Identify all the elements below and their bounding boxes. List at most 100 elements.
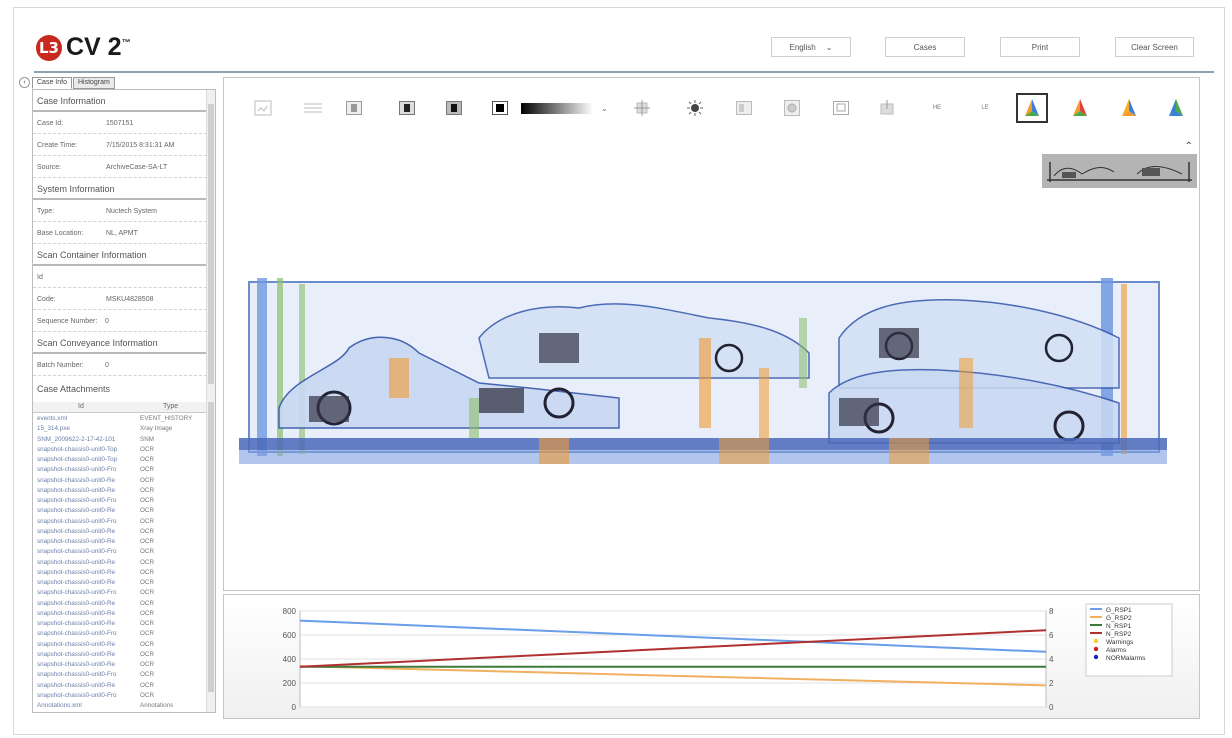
collapse-panel-icon[interactable]: ‹ bbox=[19, 77, 30, 88]
attachment-row[interactable]: snapshot-chassis0-unit0-Re OCR bbox=[33, 681, 207, 691]
attachment-type: OCR bbox=[140, 691, 154, 699]
edge-icon[interactable] bbox=[874, 96, 900, 120]
attachment-row[interactable]: snapshot-chassis0-unit0-Fro OCR bbox=[33, 588, 207, 598]
tab-case-info[interactable]: Case Info bbox=[32, 77, 72, 89]
attachment-row[interactable]: snapshot-chassis0-unit0-Re OCR bbox=[33, 660, 207, 670]
attachment-type: OCR bbox=[140, 671, 154, 679]
attachment-type: OCR bbox=[140, 620, 154, 627]
attachment-id: snapshot-chassis0-unit0-Re bbox=[37, 640, 116, 648]
attachment-row[interactable]: snapshot-chassis0-unit0-Re OCR bbox=[33, 486, 207, 496]
field-label: Type: bbox=[37, 208, 55, 215]
le-button[interactable]: LE bbox=[972, 96, 998, 120]
attachment-row[interactable]: snapshot-chassis0-unit0-Fro OCR bbox=[33, 465, 207, 475]
attachment-row[interactable]: snapshot-chassis0-unit0-Re OCR bbox=[33, 568, 207, 578]
colormap-4-icon[interactable] bbox=[1163, 96, 1189, 120]
attachment-type: OCR bbox=[140, 456, 154, 463]
attachment-row[interactable]: Annotations.xml Annotations bbox=[33, 701, 207, 711]
attachment-row[interactable]: snapshot-chassis0-unit0-Fro OCR bbox=[33, 496, 207, 506]
clear-screen-button[interactable]: Clear Screen bbox=[1115, 37, 1194, 57]
attachment-id: snapshot-chassis0-unit0-Re bbox=[37, 650, 116, 658]
attachment-type: OCR bbox=[140, 558, 154, 566]
attachment-row[interactable]: snapshot-chassis0-unit0-Re OCR bbox=[33, 578, 207, 588]
sun-icon[interactable] bbox=[682, 96, 708, 120]
attachment-row[interactable]: snapshot-chassis0-unit0-Re OCR bbox=[33, 650, 207, 660]
attachment-type: OCR bbox=[140, 538, 154, 545]
collapse-thumbnail-icon[interactable]: ⌃ bbox=[1185, 141, 1193, 152]
blur-icon[interactable] bbox=[779, 96, 805, 120]
field-create-time: Create Time: 7/15/2015 8:31:31 AM bbox=[33, 134, 207, 156]
contrast-1-icon[interactable] bbox=[341, 96, 367, 120]
attachment-row[interactable]: snapshot-chassis0-unit0-Top OCR bbox=[33, 455, 207, 465]
attachment-type: OCR bbox=[140, 517, 154, 525]
field-code: Code: MSKU4828508 bbox=[33, 288, 207, 310]
attachment-id: snapshot-chassis0-unit0-Re bbox=[37, 486, 116, 494]
colormap-1-icon[interactable] bbox=[1016, 93, 1048, 123]
col-id-header[interactable]: Id bbox=[78, 403, 84, 410]
attachment-row[interactable]: snapshot-chassis0-unit0-Re OCR bbox=[33, 599, 207, 609]
attachment-row[interactable]: 15_314.pxe Xray Image bbox=[33, 424, 207, 434]
colormap-3-icon[interactable] bbox=[1116, 96, 1142, 120]
scrollbar[interactable] bbox=[206, 90, 215, 712]
attachment-type: OCR bbox=[140, 630, 154, 638]
crosshair-icon[interactable] bbox=[629, 96, 655, 120]
attachment-row[interactable]: snapshot-chassis0-unit0-Re OCR bbox=[33, 558, 207, 568]
contrast-2-icon[interactable] bbox=[394, 96, 420, 120]
attachment-id: 15_314.pxe bbox=[37, 425, 70, 433]
attachment-type: Xray Image bbox=[140, 425, 173, 433]
attachment-row[interactable]: snapshot-chassis0-unit0-Re OCR bbox=[33, 476, 207, 486]
scrollbar-thumb-attachments[interactable] bbox=[208, 402, 214, 692]
attachment-id: snapshot-chassis0-unit0-Fro bbox=[37, 517, 117, 525]
attachment-id: snapshot-chassis0-unit0-Re bbox=[37, 661, 116, 668]
attachment-row[interactable]: snapshot-chassis0-unit0-Re OCR bbox=[33, 609, 207, 619]
invert-icon[interactable] bbox=[731, 96, 757, 120]
attachment-type: OCR bbox=[140, 568, 154, 576]
attachment-row[interactable]: snapshot-chassis0-unit0-Re OCR bbox=[33, 619, 207, 629]
he-button[interactable]: HE bbox=[924, 96, 950, 120]
section-scan-container: Scan Container Information bbox=[33, 244, 207, 266]
col-type-header[interactable]: Type bbox=[163, 403, 178, 410]
field-label: Source: bbox=[37, 164, 62, 171]
attachment-row[interactable]: snapshot-chassis0-unit0-Fro OCR bbox=[33, 517, 207, 527]
attachment-row[interactable]: snapshot-chassis0-unit0-Fro OCR bbox=[33, 629, 207, 639]
gradient-select[interactable]: ⌄ bbox=[521, 101, 613, 115]
tab-histogram[interactable]: Histogram bbox=[72, 77, 115, 89]
lines-icon[interactable] bbox=[300, 96, 326, 120]
attachment-row[interactable]: snapshot-chassis0-unit0-Fro OCR bbox=[33, 691, 207, 701]
attachment-type: Annotations bbox=[140, 702, 174, 709]
header: L3 CV 2™ English ⌄ Cases Print Clear Scr… bbox=[14, 8, 1224, 72]
edge-svg bbox=[880, 100, 894, 115]
chevron-down-icon: ⌄ bbox=[825, 42, 833, 52]
y-tick-label: 200 bbox=[283, 679, 297, 688]
cases-button[interactable]: Cases bbox=[885, 37, 965, 57]
contrast-4-icon[interactable] bbox=[487, 96, 513, 120]
attachment-row[interactable]: snapshot-chassis0-unit0-Fro OCR bbox=[33, 670, 207, 680]
attachment-row[interactable]: events.xml EVENT_HISTORY bbox=[33, 414, 207, 424]
attachment-row[interactable]: snapshot-chassis0-unit0-Re OCR bbox=[33, 527, 207, 537]
zoom-region-icon[interactable] bbox=[828, 96, 854, 120]
legend-marker bbox=[1093, 654, 1099, 660]
rsp-chart[interactable]: 0 200 400 600 800 0 2 4 6 8 G_RSP1G_RSP2N_RSP1N_RS… bbox=[224, 595, 1201, 720]
image-thumbnail[interactable] bbox=[1042, 154, 1197, 188]
legend-label: G_RSP1 bbox=[1106, 607, 1132, 614]
attachment-row[interactable]: snapshot-chassis0-unit0-Re OCR bbox=[33, 640, 207, 650]
attachment-row[interactable]: snapshot-chassis0-unit0-Re OCR bbox=[33, 537, 207, 547]
attachment-row[interactable]: snapshot-chassis0-unit0-Fro OCR bbox=[33, 547, 207, 557]
field-sequence-number: Sequence Number: 0 bbox=[33, 310, 207, 332]
colormap-2-icon[interactable] bbox=[1067, 96, 1093, 120]
attachment-row[interactable]: snapshot-chassis0-unit0-Top OCR bbox=[33, 445, 207, 455]
language-select[interactable]: English ⌄ bbox=[771, 37, 851, 57]
crosshair-svg bbox=[634, 100, 650, 116]
contrast-3-icon[interactable] bbox=[441, 96, 467, 120]
attachment-id: snapshot-chassis0-unit0-Re bbox=[37, 476, 116, 484]
attachment-id: snapshot-chassis0-unit0-Re bbox=[37, 507, 116, 515]
scrollbar-thumb[interactable] bbox=[208, 104, 214, 384]
y2-tick-label: 4 bbox=[1049, 655, 1054, 664]
image-icon[interactable] bbox=[250, 96, 276, 120]
xray-scan-image[interactable] bbox=[239, 278, 1167, 478]
attachment-row[interactable]: SNM_2009622-2-17-42-101 SNM bbox=[33, 435, 207, 445]
attachment-id: snapshot-chassis0-unit0-Fro bbox=[37, 548, 117, 556]
attachment-id: snapshot-chassis0-unit0-Fro bbox=[37, 671, 117, 679]
attachment-row[interactable]: snapshot-chassis0-unit0-Re OCR bbox=[33, 506, 207, 516]
legend-label: Alarms bbox=[1106, 647, 1127, 654]
print-button[interactable]: Print bbox=[1000, 37, 1080, 57]
